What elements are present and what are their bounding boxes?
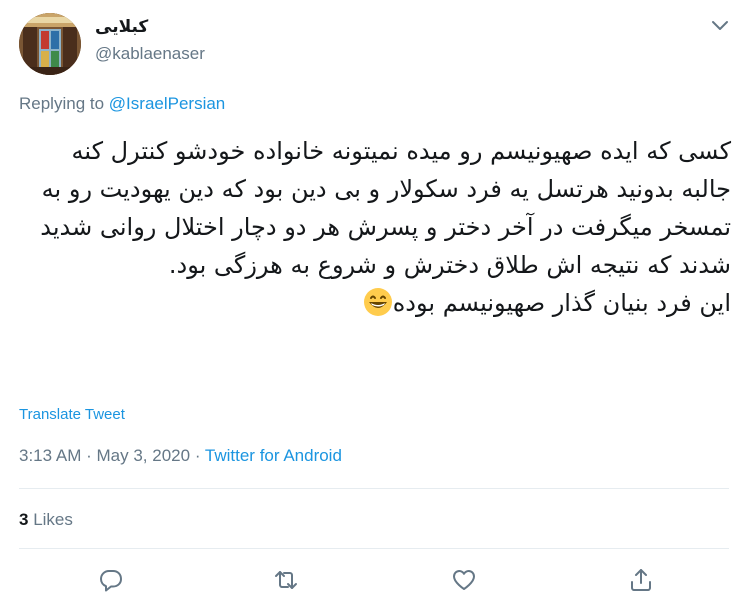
replying-to-label: Replying to bbox=[19, 94, 105, 113]
tweet-date[interactable]: May 3, 2020 bbox=[97, 446, 191, 465]
author-handle[interactable]: @kablaenaser bbox=[95, 44, 205, 64]
reply-icon[interactable] bbox=[97, 566, 125, 594]
likes-label: Likes bbox=[33, 510, 73, 529]
chevron-down-icon[interactable] bbox=[710, 18, 730, 32]
meta-separator: · bbox=[194, 446, 201, 465]
tweet-source-link[interactable]: Twitter for Android bbox=[205, 446, 342, 465]
tweet-text: کسی که ایده صهیونیسم رو میده نمیتونه خان… bbox=[19, 132, 731, 322]
likes-count: 3 bbox=[19, 510, 29, 529]
tweet-line: کسی که ایده صهیونیسم رو میده نمیتونه خان… bbox=[71, 137, 731, 165]
heart-icon[interactable] bbox=[450, 566, 478, 594]
reply-mention-link[interactable]: @IsraelPersian bbox=[109, 94, 225, 113]
translate-tweet-link[interactable]: Translate Tweet bbox=[19, 406, 125, 423]
replying-to: Replying to @IsraelPersian bbox=[19, 94, 225, 114]
grinning-face-emoji-icon bbox=[363, 287, 393, 317]
retweet-icon[interactable] bbox=[272, 566, 300, 594]
tweet-line-text: این فرد بنیان گذار صهیونیسم بوده bbox=[392, 289, 731, 317]
divider bbox=[19, 488, 729, 489]
tweet-line-last: این فرد بنیان گذار صهیونیسم بوده bbox=[19, 284, 731, 322]
share-icon[interactable] bbox=[627, 566, 655, 594]
meta-separator: · bbox=[86, 446, 92, 465]
divider bbox=[19, 548, 729, 549]
tweet-meta: 3:13 AM · May 3, 2020 · Twitter for Andr… bbox=[19, 446, 342, 466]
tweet-line: جالبه بدونید هرتسل یه فرد سکولار و بی دی… bbox=[40, 175, 731, 279]
avatar-image bbox=[19, 13, 81, 75]
likes-stat[interactable]: 3 Likes bbox=[19, 510, 73, 530]
avatar[interactable] bbox=[19, 13, 81, 75]
author-display-name[interactable]: کبلایی bbox=[95, 17, 148, 37]
tweet-time[interactable]: 3:13 AM bbox=[19, 446, 81, 465]
